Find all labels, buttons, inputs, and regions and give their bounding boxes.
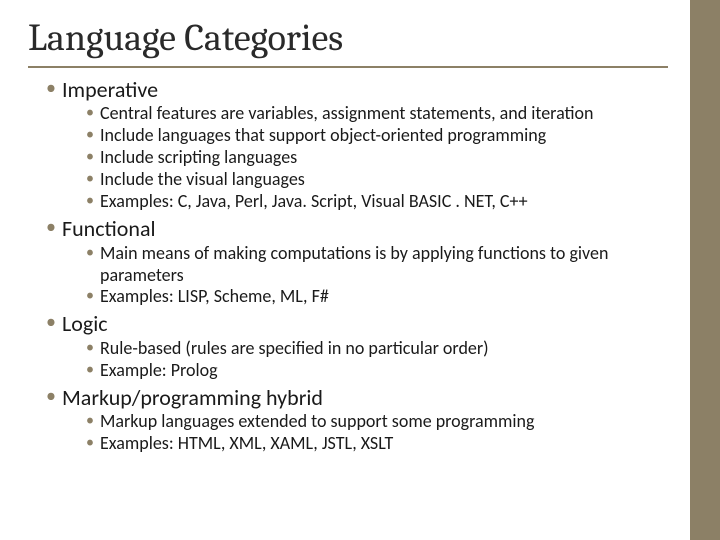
point-item: Main means of making computations is by … [86,243,662,287]
point-list: Central features are variables, assignme… [46,103,662,213]
point-list: Main means of making computations is by … [46,243,662,309]
point-item: Examples: C, Java, Perl, Java. Script, V… [86,191,662,213]
category-label: Functional [46,215,662,243]
category-item: Logic Rule-based (rules are specified in… [46,310,662,381]
point-item: Markup languages extended to support som… [86,411,662,433]
category-label: Markup/programming hybrid [46,384,662,412]
point-item: Central features are variables, assignme… [86,103,662,125]
category-item: Imperative Central features are variable… [46,76,662,213]
accent-bar [690,0,720,540]
category-list: Imperative Central features are variable… [28,76,692,455]
point-item: Examples: LISP, Scheme, ML, F# [86,286,662,308]
point-list: Rule-based (rules are specified in no pa… [46,338,662,382]
point-item: Rule-based (rules are specified in no pa… [86,338,662,360]
point-list: Markup languages extended to support som… [46,411,662,455]
category-label: Logic [46,310,662,338]
point-item: Include scripting languages [86,147,662,169]
category-item: Functional Main means of making computat… [46,215,662,308]
slide-title: Language Categories [28,18,668,68]
category-item: Markup/programming hybrid Markup languag… [46,384,662,455]
slide: Language Categories Imperative Central f… [0,0,720,540]
point-item: Include the visual languages [86,169,662,191]
point-item: Example: Prolog [86,360,662,382]
category-label: Imperative [46,76,662,104]
point-item: Examples: HTML, XML, XAML, JSTL, XSLT [86,433,662,455]
point-item: Include languages that support object-or… [86,125,662,147]
